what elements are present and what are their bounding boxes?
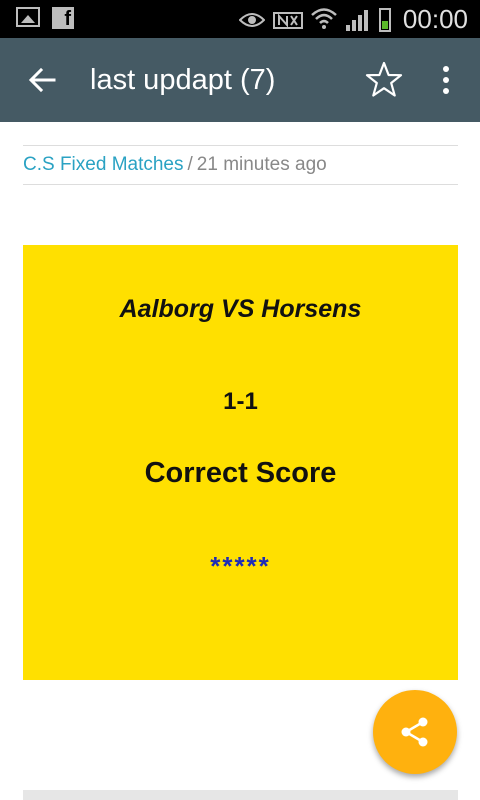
nfc-icon [272,11,303,29]
prediction-type: Correct Score [144,457,337,489]
battery-icon [378,7,391,32]
facebook-icon: f [52,7,74,30]
status-bar: f 00:00 [0,0,480,38]
status-clock: 00:00 [402,4,468,34]
category-link[interactable]: C.S Fixed Matches [23,154,184,175]
share-icon [401,717,428,747]
meta-separator: / [187,154,193,175]
image-icon [16,7,40,27]
wifi-icon [311,7,337,29]
more-options-icon[interactable] [434,62,458,98]
signal-icon [345,9,368,31]
match-score: 1-1 [223,388,258,415]
next-card-edge [23,790,458,800]
page-title: last updapt (7) [90,64,276,96]
share-button[interactable] [373,690,457,774]
post-time: 21 minutes ago [196,154,327,175]
back-arrow-icon[interactable] [24,62,60,98]
rating-stars: ***** [210,551,271,581]
eye-icon [238,12,265,27]
post-meta: C.S Fixed Matches/21 minutes ago [23,145,458,185]
favorite-star-icon[interactable] [364,60,404,100]
app-bar: last updapt (7) [0,38,480,122]
match-title: Aalborg VS Horsens [119,295,362,323]
post-image[interactable]: Aalborg VS Horsens 1-1 Correct Score ***… [23,245,458,680]
